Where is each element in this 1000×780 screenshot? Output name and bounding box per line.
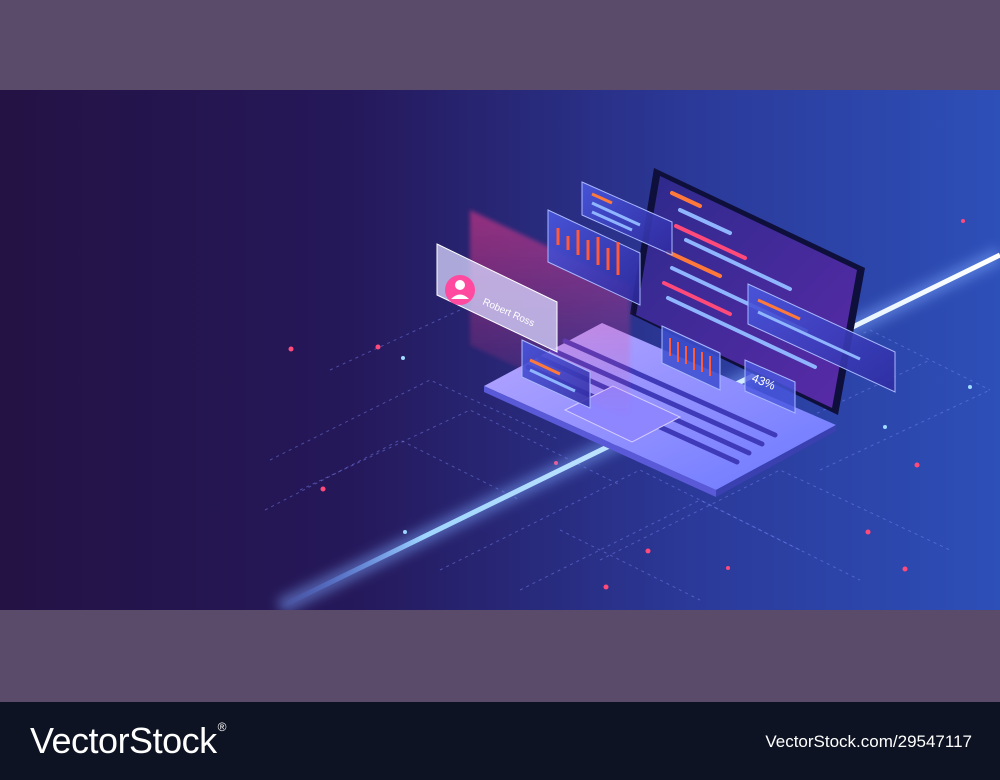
bottom-letterbox-band [0, 610, 1000, 702]
brand-name: VectorStock [30, 720, 217, 761]
isometric-laptop-illustration: Robert Ross 43% [0, 90, 1000, 610]
watermark-footer: VectorStock® VectorStock.com/29547117 [0, 702, 1000, 780]
brand-logo: VectorStock® [30, 720, 226, 762]
registered-mark: ® [217, 720, 227, 734]
illustration-canvas: Robert Ross 43% [264, 168, 1000, 610]
top-letterbox-band [0, 0, 1000, 90]
image-id: VectorStock.com/29547117 [765, 732, 972, 751]
